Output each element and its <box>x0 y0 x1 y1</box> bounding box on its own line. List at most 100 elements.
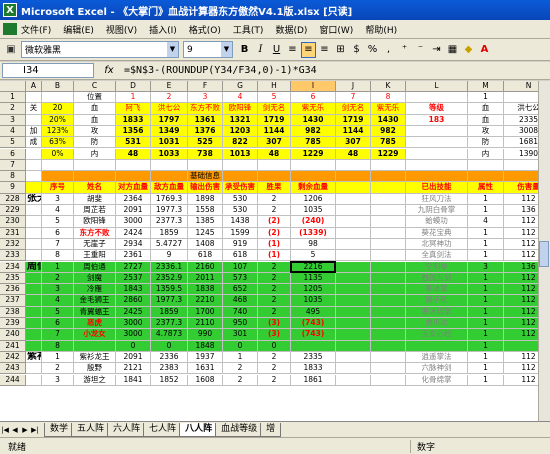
row-header[interactable]: 229 <box>0 205 26 217</box>
table-cell[interactable]: 3 <box>42 284 74 296</box>
table-cell[interactable]: 1359.5 <box>151 284 188 296</box>
table-cell[interactable]: 小龙女 <box>74 329 116 341</box>
table-cell[interactable]: 2383 <box>151 363 188 375</box>
table-cell[interactable]: 1408 <box>188 238 223 251</box>
table-cell[interactable] <box>42 171 74 183</box>
table-cell[interactable]: 0 <box>116 340 151 352</box>
table-cell[interactable]: 1033 <box>151 148 188 160</box>
table-cell[interactable] <box>336 238 371 251</box>
table-cell[interactable]: 5.4727 <box>151 238 188 251</box>
table-cell[interactable] <box>336 227 371 239</box>
table-cell[interactable]: 1 <box>468 351 504 364</box>
table-cell[interactable]: 1 <box>468 205 504 217</box>
tab-seven[interactable]: 七人阵 <box>143 422 183 437</box>
table-cell[interactable]: 逍遥掌法 <box>406 351 468 364</box>
table-cell[interactable] <box>336 171 371 183</box>
table-cell[interactable] <box>336 363 371 375</box>
column-header-i[interactable]: I <box>291 81 336 92</box>
table-cell[interactable]: 1833 <box>116 114 151 126</box>
last-sheet-icon[interactable]: ▶| <box>30 426 40 434</box>
table-cell[interactable]: 982 <box>371 125 406 138</box>
table-cell[interactable]: 2425 <box>116 306 151 318</box>
underline-button[interactable]: U <box>269 42 284 58</box>
table-cell[interactable]: 东方不败 <box>74 227 116 239</box>
table-cell[interactable]: 紫衫 <box>26 351 42 364</box>
table-cell[interactable]: 恶虎 <box>74 318 116 330</box>
table-cell[interactable] <box>468 159 504 172</box>
table-cell[interactable]: 1 <box>468 374 504 386</box>
table-cell[interactable]: 1719 <box>336 114 371 126</box>
table-cell[interactable] <box>336 295 371 307</box>
align-center-icon[interactable]: ≡ <box>301 41 316 58</box>
table-cell[interactable]: 7 <box>336 92 371 104</box>
table-cell[interactable]: 7 <box>42 329 74 341</box>
table-cell[interactable]: 495 <box>291 306 336 318</box>
table-cell[interactable] <box>406 340 468 352</box>
row-header[interactable]: 5 <box>0 137 26 149</box>
table-cell[interactable]: 1144 <box>336 125 371 138</box>
font-color-icon[interactable]: A <box>477 42 492 58</box>
table-cell[interactable] <box>26 374 42 386</box>
table-cell[interactable]: 2377.3 <box>151 318 188 330</box>
menu-data[interactable]: 数据(D) <box>275 23 307 36</box>
row-header[interactable]: 2 <box>0 103 26 115</box>
table-cell[interactable]: 822 <box>223 137 258 149</box>
table-cell[interactable]: 785 <box>371 137 406 149</box>
table-cell[interactable] <box>371 182 406 194</box>
table-cell[interactable] <box>371 205 406 217</box>
indent-icon[interactable]: ⇥ <box>429 42 444 58</box>
row-header[interactable]: 230 <box>0 216 26 228</box>
table-cell[interactable] <box>371 351 406 364</box>
table-cell[interactable]: 8 <box>371 92 406 104</box>
table-cell[interactable]: 2336.1 <box>151 261 188 273</box>
table-cell[interactable]: 1 <box>42 351 74 364</box>
table-cell[interactable] <box>151 171 188 183</box>
table-cell[interactable]: 0% <box>42 148 74 160</box>
table-cell[interactable]: 周伯通 <box>74 261 116 273</box>
table-cell[interactable]: 1361 <box>188 114 223 126</box>
table-cell[interactable]: 攻 <box>468 125 504 138</box>
table-cell[interactable]: 胡斐 <box>74 193 116 205</box>
table-cell[interactable]: 2 <box>151 92 188 104</box>
table-cell[interactable]: 2336 <box>151 351 188 364</box>
table-cell[interactable]: (743) <box>291 318 336 330</box>
table-cell[interactable]: 1838 <box>188 284 223 296</box>
row-header[interactable]: 4 <box>0 125 26 138</box>
table-cell[interactable]: (3) <box>258 329 291 341</box>
table-cell[interactable] <box>26 148 42 160</box>
table-cell[interactable]: 攻 <box>74 125 116 138</box>
table-cell[interactable]: 1608 <box>188 374 223 386</box>
table-cell[interactable]: 2860 <box>116 295 151 307</box>
table-cell[interactable] <box>26 216 42 228</box>
table-cell[interactable]: 剑无名 <box>258 103 291 115</box>
table-cell[interactable]: 1977.3 <box>151 295 188 307</box>
table-cell[interactable]: 胜果 <box>258 182 291 194</box>
table-cell[interactable] <box>371 261 406 273</box>
column-header-k[interactable]: K <box>371 81 406 92</box>
spreadsheet-grid[interactable]: A B C D E F G H I J K L M N 1 位置 1 2 3 4 5 6 7 8 1 2 关 20 血阿飞 洪七公 东方不败… <box>0 81 550 421</box>
table-cell[interactable]: 寒冰绵掌 <box>406 306 468 318</box>
column-header-h[interactable]: H <box>258 81 291 92</box>
table-cell[interactable]: 2110 <box>188 318 223 330</box>
table-cell[interactable]: 1229 <box>371 148 406 160</box>
table-cell[interactable] <box>151 159 188 172</box>
table-cell[interactable]: 0 <box>151 340 188 352</box>
table-cell[interactable]: 寒冰掌 <box>406 284 468 296</box>
table-cell[interactable]: 3 <box>42 374 74 386</box>
table-cell[interactable]: 2160 <box>188 261 223 273</box>
table-cell[interactable]: 狂风刀法 <box>406 193 468 205</box>
table-cell[interactable]: 血 <box>468 114 504 126</box>
next-sheet-icon[interactable]: ▶ <box>20 426 30 434</box>
table-cell[interactable]: 序号 <box>42 182 74 194</box>
table-cell[interactable]: 1245 <box>188 227 223 239</box>
table-cell[interactable]: 530 <box>223 193 258 205</box>
table-cell[interactable]: 919 <box>223 238 258 251</box>
row-header[interactable]: 237 <box>0 295 26 307</box>
table-cell[interactable]: 1 <box>468 340 504 352</box>
bold-button[interactable]: B <box>237 42 252 58</box>
table-cell[interactable]: 20% <box>42 114 74 126</box>
table-cell[interactable]: 2121 <box>116 363 151 375</box>
menu-help[interactable]: 帮助(H) <box>365 23 397 36</box>
table-cell[interactable]: 1031 <box>151 137 188 149</box>
table-cell[interactable]: 化骨绵掌 <box>406 374 468 386</box>
